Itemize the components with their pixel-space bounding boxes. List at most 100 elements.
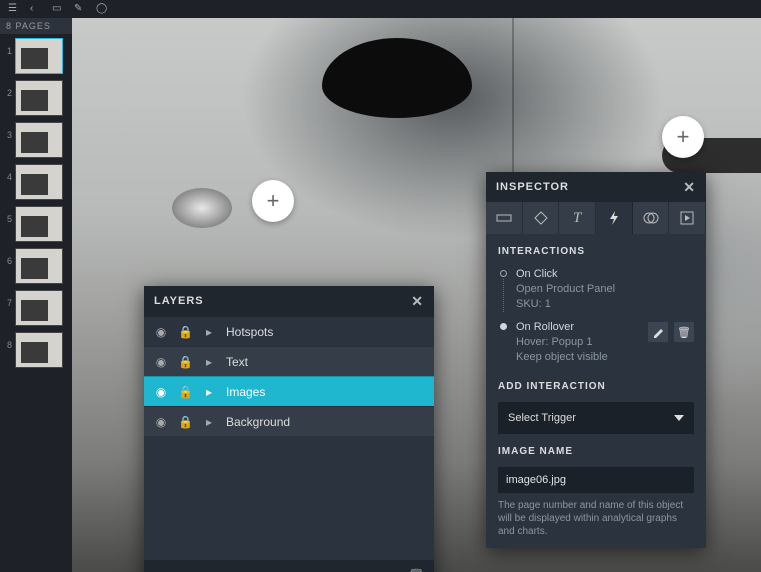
tab-text[interactable]: T <box>559 202 596 234</box>
layers-title: LAYERS <box>154 295 204 307</box>
thumbnail-icon <box>15 332 63 368</box>
page-thumb[interactable]: 7 <box>4 290 68 326</box>
add-layer-button[interactable]: + <box>154 568 161 572</box>
interaction-action: Open Product Panel <box>516 282 694 297</box>
image-name-hint: The page number and name of this object … <box>498 499 694 538</box>
pencil-icon <box>652 326 664 338</box>
page-thumb[interactable]: 1 <box>4 38 68 74</box>
expand-icon[interactable]: ▸ <box>202 415 216 429</box>
page-thumb[interactable]: 4 <box>4 164 68 200</box>
layer-label: Images <box>226 385 424 399</box>
interaction-trigger: On Rollover <box>516 320 640 335</box>
tab-preview[interactable] <box>669 202 706 234</box>
lightning-icon <box>607 210 621 226</box>
image-name-input[interactable]: image06.jpg <box>498 467 694 493</box>
trash-icon: 🗑 <box>677 326 691 339</box>
tab-effects[interactable] <box>633 202 670 234</box>
image-name-value: image06.jpg <box>506 474 566 486</box>
page-number: 2 <box>4 80 12 98</box>
bullet-icon <box>500 323 507 330</box>
lock-icon[interactable]: 🔒 <box>178 355 192 369</box>
page-thumb[interactable]: 6 <box>4 248 68 284</box>
add-hotspot-button[interactable]: + <box>252 180 294 222</box>
thumbnail-icon <box>15 122 63 158</box>
visibility-icon[interactable]: ◉ <box>154 385 168 399</box>
layers-footer: + 🗑 <box>144 560 434 572</box>
layer-row[interactable]: ◉ 🔒 ▸ Hotspots <box>144 316 434 346</box>
tool-select-icon[interactable]: ▭ <box>52 3 64 15</box>
lock-icon[interactable]: 🔒 <box>178 415 192 429</box>
page-number: 4 <box>4 164 12 182</box>
layer-row[interactable]: ◉ 🔒 ▸ Text <box>144 346 434 376</box>
visibility-icon[interactable]: ◉ <box>154 325 168 339</box>
thumbnail-icon <box>15 248 63 284</box>
expand-icon[interactable]: ▸ <box>202 325 216 339</box>
image-name-title: IMAGE NAME <box>486 434 706 463</box>
layer-row[interactable]: ◉ 🔒 ▸ Background <box>144 406 434 436</box>
layer-label: Text <box>226 355 424 369</box>
text-icon: T <box>573 210 581 227</box>
page-number: 3 <box>4 122 12 140</box>
interaction-trigger: On Click <box>516 267 694 282</box>
select-trigger-label: Select Trigger <box>508 412 576 424</box>
ruler-icon <box>496 210 512 226</box>
inspector-panel-header[interactable]: INSPECTOR ✕ <box>486 172 706 202</box>
page-number: 5 <box>4 206 12 224</box>
thumbnail-icon <box>15 38 63 74</box>
lock-icon[interactable]: 🔒 <box>178 385 192 399</box>
page-number: 8 <box>4 332 12 350</box>
connector-line-icon <box>503 279 504 312</box>
page-thumb[interactable]: 5 <box>4 206 68 242</box>
pages-count-label: 8 PAGES <box>0 18 72 34</box>
page-number: 6 <box>4 248 12 266</box>
diamond-icon <box>533 210 549 226</box>
car-mirror-icon <box>322 38 472 118</box>
lock-icon[interactable]: 🔒 <box>178 325 192 339</box>
interaction-detail: SKU: 1 <box>516 297 694 312</box>
canvas-area[interactable]: + + LAYERS ✕ ◉ 🔒 ▸ Hotspots ◉ 🔒 ▸ Text ◉… <box>72 18 761 572</box>
delete-interaction-button[interactable]: 🗑 <box>674 322 694 342</box>
inspector-panel: INSPECTOR ✕ T INTERACTIONS <box>486 172 706 548</box>
layers-panel-header[interactable]: LAYERS ✕ <box>144 286 434 316</box>
chevron-down-icon <box>674 415 684 421</box>
play-icon <box>680 211 694 225</box>
page-number: 7 <box>4 290 12 308</box>
page-number: 1 <box>4 38 12 56</box>
add-interaction-title: ADD INTERACTION <box>486 369 706 398</box>
page-thumb[interactable]: 8 <box>4 332 68 368</box>
layer-label: Background <box>226 415 424 429</box>
page-thumb[interactable]: 3 <box>4 122 68 158</box>
circles-icon <box>643 210 659 226</box>
layer-row-selected[interactable]: ◉ 🔒 ▸ Images <box>144 376 434 406</box>
expand-icon[interactable]: ▸ <box>202 385 216 399</box>
tool-pen-icon[interactable]: ✎ <box>74 3 86 15</box>
tab-ruler[interactable] <box>486 202 523 234</box>
expand-icon[interactable]: ▸ <box>202 355 216 369</box>
tab-interactions[interactable] <box>596 202 633 234</box>
edit-interaction-button[interactable] <box>648 322 668 342</box>
top-toolbar: ☰ ‹ ▭ ✎ ◯ <box>0 0 761 18</box>
close-icon[interactable]: ✕ <box>683 179 696 196</box>
thumbnail-icon <box>15 206 63 242</box>
inspector-tabs: T <box>486 202 706 234</box>
visibility-icon[interactable]: ◉ <box>154 355 168 369</box>
thumbnail-icon <box>15 290 63 326</box>
interaction-item[interactable]: On Click Open Product Panel SKU: 1 <box>486 263 706 316</box>
page-thumb[interactable]: 2 <box>4 80 68 116</box>
interactions-section-title: INTERACTIONS <box>486 234 706 263</box>
add-hotspot-button[interactable]: + <box>662 116 704 158</box>
interaction-detail: Keep object visible <box>516 350 640 365</box>
delete-layer-button[interactable]: 🗑 <box>409 568 424 572</box>
tab-shape[interactable] <box>523 202 560 234</box>
menu-icon[interactable]: ☰ <box>8 3 20 15</box>
select-trigger-dropdown[interactable]: Select Trigger <box>498 402 694 434</box>
layer-label: Hotspots <box>226 325 424 339</box>
interaction-item-selected[interactable]: On Rollover Hover: Popup 1 Keep object v… <box>486 316 706 369</box>
layers-panel: LAYERS ✕ ◉ 🔒 ▸ Hotspots ◉ 🔒 ▸ Text ◉ 🔒 ▸… <box>144 286 434 572</box>
tool-shape-icon[interactable]: ◯ <box>96 3 108 15</box>
thumbnail-icon <box>15 80 63 116</box>
car-light-icon <box>172 188 232 228</box>
close-icon[interactable]: ✕ <box>411 293 424 310</box>
back-icon[interactable]: ‹ <box>30 3 42 15</box>
visibility-icon[interactable]: ◉ <box>154 415 168 429</box>
